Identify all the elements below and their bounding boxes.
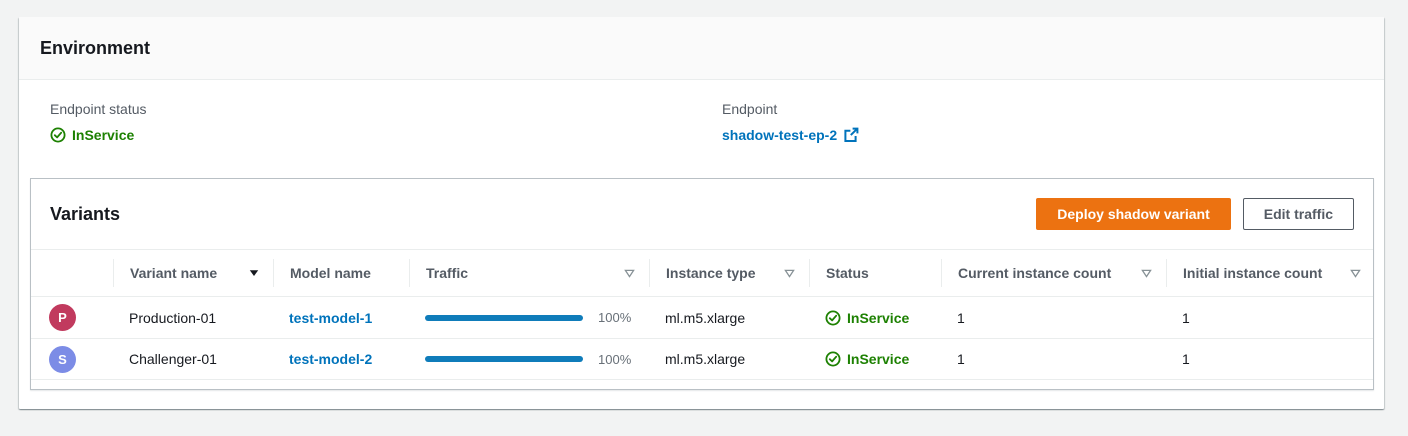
status-cell: InService xyxy=(809,310,941,326)
endpoint-link-text: shadow-test-ep-2 xyxy=(722,127,837,143)
column-header-badge xyxy=(31,259,113,287)
variant-badge-cell: S xyxy=(31,346,113,373)
status-text: InService xyxy=(847,310,909,326)
column-header-status: Status xyxy=(809,259,941,287)
environment-card-header: Environment xyxy=(19,17,1384,80)
edit-traffic-button[interactable]: Edit traffic xyxy=(1243,198,1354,230)
variants-table-header: Variant name Model name Traffic Instance… xyxy=(31,250,1373,296)
column-header-traffic[interactable]: Traffic xyxy=(409,259,649,287)
sort-toggle-icon[interactable] xyxy=(1350,269,1361,278)
variants-title: Variants xyxy=(50,204,120,225)
traffic-bar xyxy=(425,356,583,362)
initial-instance-count-cell: 1 xyxy=(1166,351,1375,367)
instance-type-cell: ml.m5.xlarge xyxy=(649,310,809,326)
traffic-bar xyxy=(425,315,583,321)
column-header-instance-type[interactable]: Instance type xyxy=(649,259,809,287)
endpoint-label: Endpoint xyxy=(722,101,859,117)
external-link-icon xyxy=(843,127,859,143)
environment-title: Environment xyxy=(40,38,150,59)
check-circle-icon xyxy=(825,351,841,367)
traffic-percent-label: 100% xyxy=(598,352,631,367)
endpoint-status-value: InService xyxy=(72,127,134,143)
variant-name-cell: Challenger-01 xyxy=(113,351,273,367)
endpoint-status-label: Endpoint status xyxy=(50,101,147,117)
table-row-challenger: S Challenger-01 test-model-2 100% ml.m5.… xyxy=(31,338,1373,380)
status-cell: InService xyxy=(809,351,941,367)
variants-actions: Deploy shadow variant Edit traffic xyxy=(1036,198,1354,230)
endpoint-field: Endpoint shadow-test-ep-2 xyxy=(722,101,859,143)
table-row-production: P Production-01 test-model-1 100% ml.m5.… xyxy=(31,296,1373,338)
current-instance-count-cell: 1 xyxy=(941,310,1166,326)
column-header-initial-instance-count[interactable]: Initial instance count xyxy=(1166,259,1375,287)
traffic-cell: 100% xyxy=(409,352,649,367)
variants-panel: Variants Deploy shadow variant Edit traf… xyxy=(30,178,1374,390)
variant-badge-cell: P xyxy=(31,304,113,331)
endpoint-status-field: Endpoint status InService xyxy=(50,101,147,143)
check-circle-icon xyxy=(825,310,841,326)
sort-toggle-icon[interactable] xyxy=(1141,269,1152,278)
traffic-bar-track xyxy=(425,315,583,321)
model-link[interactable]: test-model-2 xyxy=(289,351,372,367)
endpoint-link[interactable]: shadow-test-ep-2 xyxy=(722,127,859,143)
sort-descending-icon[interactable] xyxy=(249,269,259,277)
traffic-cell: 100% xyxy=(409,310,649,325)
environment-summary: Endpoint status InService Endpoint shado… xyxy=(19,80,1384,178)
variants-panel-header: Variants Deploy shadow variant Edit traf… xyxy=(31,179,1373,250)
traffic-bar-track xyxy=(425,356,583,362)
status-text: InService xyxy=(847,351,909,367)
current-instance-count-cell: 1 xyxy=(941,351,1166,367)
shadow-variant-badge: S xyxy=(49,346,76,373)
column-header-variant-name[interactable]: Variant name xyxy=(113,259,273,287)
initial-instance-count-cell: 1 xyxy=(1166,310,1375,326)
traffic-percent-label: 100% xyxy=(598,310,631,325)
variant-name-cell: Production-01 xyxy=(113,310,273,326)
instance-type-cell: ml.m5.xlarge xyxy=(649,351,809,367)
sort-toggle-icon[interactable] xyxy=(784,269,795,278)
deploy-shadow-variant-button[interactable]: Deploy shadow variant xyxy=(1036,198,1230,230)
model-link[interactable]: test-model-1 xyxy=(289,310,372,326)
column-header-current-instance-count[interactable]: Current instance count xyxy=(941,259,1166,287)
production-variant-badge: P xyxy=(49,304,76,331)
sort-toggle-icon[interactable] xyxy=(624,269,635,278)
column-header-model-name: Model name xyxy=(273,259,409,287)
environment-card: Environment Endpoint status InService En… xyxy=(19,17,1384,409)
check-circle-icon xyxy=(50,127,66,143)
